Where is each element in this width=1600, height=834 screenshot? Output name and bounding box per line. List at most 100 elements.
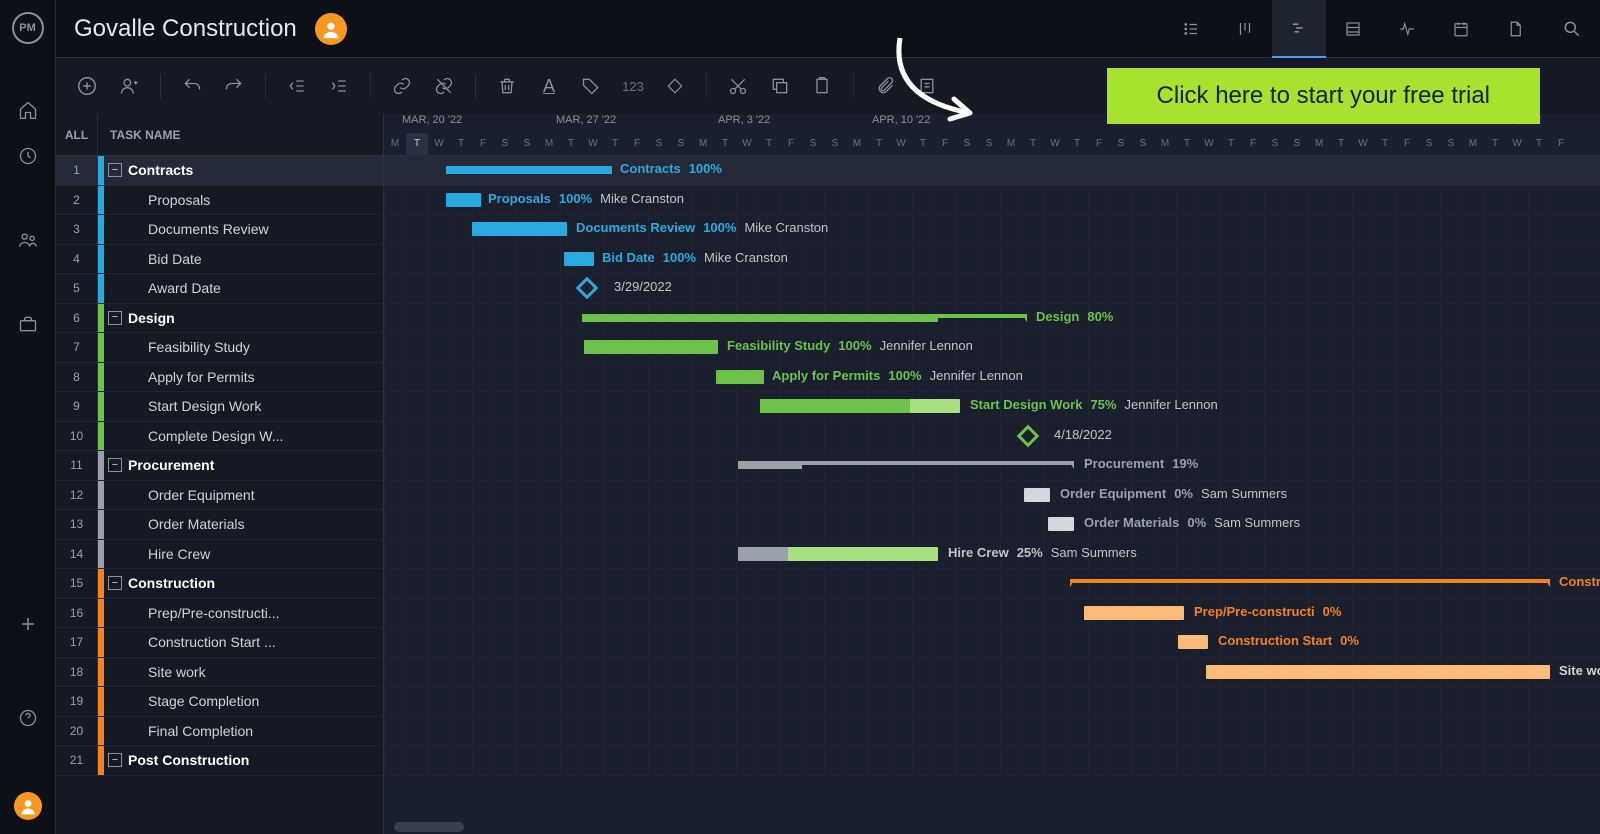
collapse-icon[interactable]: − bbox=[108, 163, 122, 177]
task-bar[interactable] bbox=[1084, 606, 1184, 620]
task-bar[interactable] bbox=[472, 222, 567, 236]
gantt-row[interactable] bbox=[384, 746, 1600, 776]
free-trial-cta[interactable]: Click here to start your free trial bbox=[1107, 68, 1540, 124]
task-row[interactable]: 5 Award Date bbox=[56, 274, 383, 304]
team-icon[interactable] bbox=[16, 228, 40, 252]
view-gantt-icon[interactable] bbox=[1272, 0, 1326, 58]
project-avatar[interactable] bbox=[315, 13, 347, 45]
undo-icon[interactable] bbox=[175, 69, 209, 103]
briefcase-icon[interactable] bbox=[16, 312, 40, 336]
outdent-icon[interactable] bbox=[280, 69, 314, 103]
task-row[interactable]: 15 − Construction bbox=[56, 569, 383, 599]
summary-bar[interactable] bbox=[1070, 579, 1550, 587]
summary-bar[interactable] bbox=[446, 166, 612, 174]
app-logo[interactable]: PM bbox=[12, 12, 44, 44]
tag-icon[interactable] bbox=[574, 69, 608, 103]
gantt-row[interactable]: Order Materials0%Sam Summers bbox=[384, 510, 1600, 540]
user-avatar-small[interactable] bbox=[14, 792, 42, 820]
task-row[interactable]: 19 Stage Completion bbox=[56, 687, 383, 717]
paste-icon[interactable] bbox=[805, 69, 839, 103]
view-board-icon[interactable] bbox=[1218, 0, 1272, 58]
task-bar[interactable] bbox=[760, 399, 960, 413]
gantt-row[interactable]: Order Equipment0%Sam Summers bbox=[384, 481, 1600, 511]
task-row[interactable]: 8 Apply for Permits bbox=[56, 363, 383, 393]
help-icon[interactable] bbox=[16, 706, 40, 730]
gantt-row[interactable]: Apply for Permits100%Jennifer Lennon bbox=[384, 363, 1600, 393]
task-row[interactable]: 9 Start Design Work bbox=[56, 392, 383, 422]
link-icon[interactable] bbox=[385, 69, 419, 103]
gantt-row[interactable]: Hire Crew25%Sam Summers bbox=[384, 540, 1600, 570]
milestone-marker[interactable] bbox=[1017, 424, 1040, 447]
gantt-chart[interactable]: MAR, 20 '22MAR, 27 '22APR, 3 '22APR, 10 … bbox=[384, 114, 1600, 834]
indent-icon[interactable] bbox=[322, 69, 356, 103]
view-file-icon[interactable] bbox=[1488, 0, 1542, 58]
text-style-icon[interactable]: A bbox=[532, 69, 566, 103]
cut-icon[interactable] bbox=[721, 69, 755, 103]
summary-bar[interactable] bbox=[582, 314, 1027, 322]
gantt-row[interactable]: Prep/Pre-constructi0% bbox=[384, 599, 1600, 629]
view-list-icon[interactable] bbox=[1164, 0, 1218, 58]
task-row[interactable]: 1 − Contracts bbox=[56, 156, 383, 186]
gantt-row[interactable]: 4/18/2022 bbox=[384, 422, 1600, 452]
gantt-row[interactable]: Contracts100% bbox=[384, 156, 1600, 186]
recent-icon[interactable] bbox=[16, 144, 40, 168]
gantt-row[interactable] bbox=[384, 717, 1600, 747]
column-task-name[interactable]: TASK NAME bbox=[98, 128, 180, 142]
task-bar[interactable] bbox=[1206, 665, 1550, 679]
task-bar[interactable] bbox=[446, 193, 481, 207]
task-row[interactable]: 16 Prep/Pre-constructi... bbox=[56, 599, 383, 629]
task-row[interactable]: 4 Bid Date bbox=[56, 245, 383, 275]
task-row[interactable]: 20 Final Completion bbox=[56, 717, 383, 747]
milestone-marker[interactable] bbox=[576, 277, 599, 300]
delete-icon[interactable] bbox=[490, 69, 524, 103]
view-calendar-icon[interactable] bbox=[1434, 0, 1488, 58]
collapse-icon[interactable]: − bbox=[108, 753, 122, 767]
gantt-row[interactable]: Proposals100%Mike Cranston bbox=[384, 186, 1600, 216]
percent-icon[interactable]: 123 bbox=[616, 69, 650, 103]
add-task-icon[interactable] bbox=[70, 69, 104, 103]
collapse-icon[interactable]: − bbox=[108, 458, 122, 472]
collapse-icon[interactable]: − bbox=[108, 311, 122, 325]
task-row[interactable]: 18 Site work bbox=[56, 658, 383, 688]
add-icon[interactable] bbox=[16, 612, 40, 636]
view-activity-icon[interactable] bbox=[1380, 0, 1434, 58]
summary-bar[interactable] bbox=[738, 461, 1074, 469]
gantt-row[interactable]: Design80% bbox=[384, 304, 1600, 334]
task-bar[interactable] bbox=[584, 340, 718, 354]
attach-icon[interactable] bbox=[868, 69, 902, 103]
gantt-row[interactable]: Construction Start 0% bbox=[384, 628, 1600, 658]
copy-icon[interactable] bbox=[763, 69, 797, 103]
task-bar[interactable] bbox=[738, 547, 938, 561]
task-row[interactable]: 17 Construction Start ... bbox=[56, 628, 383, 658]
task-bar[interactable] bbox=[1048, 517, 1074, 531]
task-row[interactable]: 11 − Procurement bbox=[56, 451, 383, 481]
gantt-row[interactable] bbox=[384, 687, 1600, 717]
task-row[interactable]: 2 Proposals bbox=[56, 186, 383, 216]
gantt-row[interactable]: Procurement19% bbox=[384, 451, 1600, 481]
gantt-row[interactable]: Documents Review100%Mike Cranston bbox=[384, 215, 1600, 245]
gantt-row[interactable]: 3/29/2022 bbox=[384, 274, 1600, 304]
task-bar[interactable] bbox=[564, 252, 594, 266]
collapse-icon[interactable]: − bbox=[108, 576, 122, 590]
task-row[interactable]: 14 Hire Crew bbox=[56, 540, 383, 570]
task-row[interactable]: 6 − Design bbox=[56, 304, 383, 334]
h-scrollbar[interactable] bbox=[394, 822, 464, 832]
assign-icon[interactable] bbox=[112, 69, 146, 103]
home-icon[interactable] bbox=[16, 98, 40, 122]
gantt-row[interactable]: Bid Date100%Mike Cranston bbox=[384, 245, 1600, 275]
task-row[interactable]: 21 − Post Construction bbox=[56, 746, 383, 776]
task-row[interactable]: 10 Complete Design W... bbox=[56, 422, 383, 452]
gantt-row[interactable]: Start Design Work75%Jennifer Lennon bbox=[384, 392, 1600, 422]
search-icon[interactable] bbox=[1562, 19, 1582, 39]
redo-icon[interactable] bbox=[217, 69, 251, 103]
gantt-row[interactable]: Construction bbox=[384, 569, 1600, 599]
task-row[interactable]: 7 Feasibility Study bbox=[56, 333, 383, 363]
column-all[interactable]: ALL bbox=[56, 114, 98, 155]
task-bar[interactable] bbox=[716, 370, 764, 384]
view-sheet-icon[interactable] bbox=[1326, 0, 1380, 58]
milestone-icon[interactable] bbox=[658, 69, 692, 103]
gantt-row[interactable]: Feasibility Study100%Jennifer Lennon bbox=[384, 333, 1600, 363]
task-bar[interactable] bbox=[1178, 635, 1208, 649]
note-icon[interactable] bbox=[910, 69, 944, 103]
task-row[interactable]: 13 Order Materials bbox=[56, 510, 383, 540]
